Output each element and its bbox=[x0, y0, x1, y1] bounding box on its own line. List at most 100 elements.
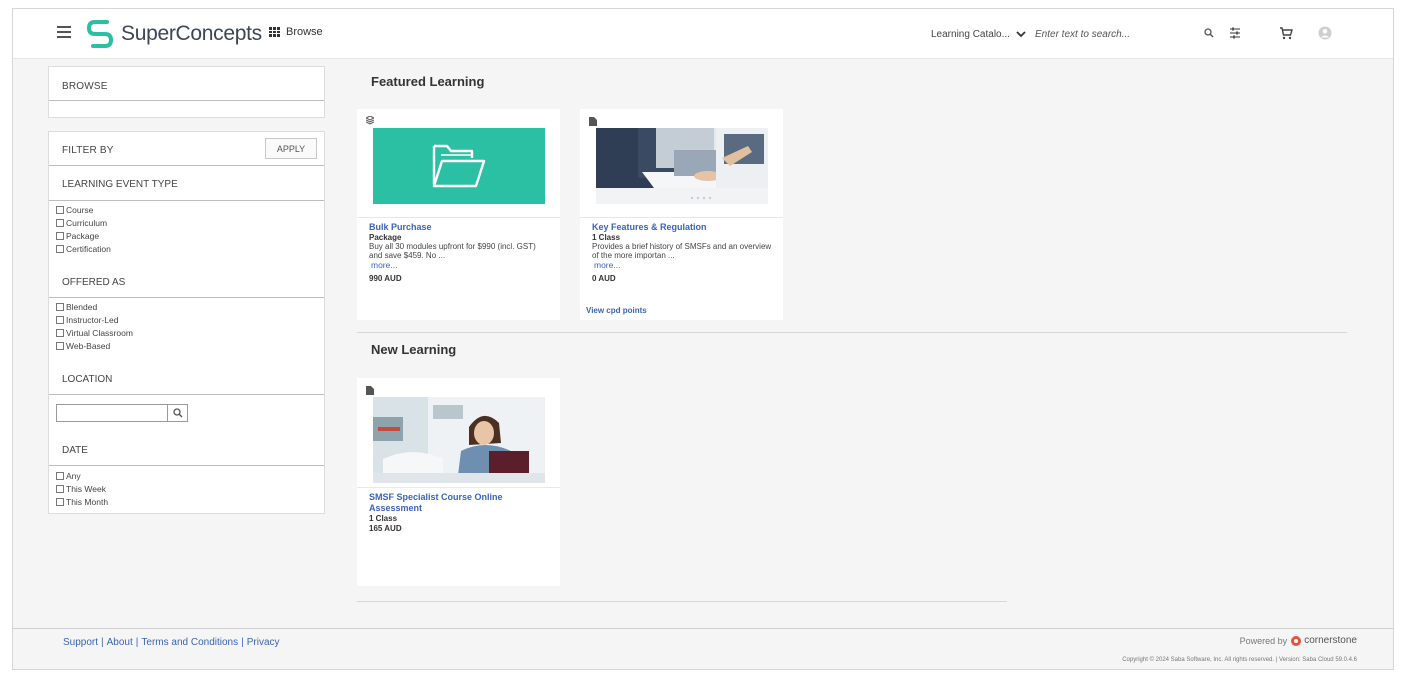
copyright-text: Copyright © 2024 Saba Software, Inc. All… bbox=[1122, 657, 1357, 663]
learning-card[interactable]: Key Features & Regulation 1 Class Provid… bbox=[580, 109, 783, 320]
checkbox-blended[interactable]: Blended bbox=[56, 300, 133, 313]
cart-icon[interactable] bbox=[1276, 23, 1296, 43]
user-avatar-icon[interactable] bbox=[1315, 23, 1335, 43]
checkbox-virtual-classroom[interactable]: Virtual Classroom bbox=[56, 326, 133, 339]
superconcepts-logo[interactable]: SuperConcepts bbox=[85, 18, 262, 50]
more-link[interactable]: more... bbox=[371, 260, 551, 271]
logo-mark-icon bbox=[86, 20, 114, 48]
checkbox-icon bbox=[56, 218, 64, 227]
checkbox-icon bbox=[56, 244, 64, 253]
filter-header: FILTER BY APPLY bbox=[49, 132, 324, 166]
top-header: SuperConcepts Browse Learning Catalo... bbox=[13, 9, 1393, 59]
offered-as-list: Blended Instructor-Led Virtual Classroom… bbox=[56, 300, 133, 352]
card-price: 0 AUD bbox=[592, 274, 616, 283]
search-icon[interactable] bbox=[1199, 23, 1219, 43]
card-price: 990 AUD bbox=[369, 274, 402, 283]
package-icon bbox=[366, 116, 374, 125]
checkbox-label: Virtual Classroom bbox=[66, 327, 133, 338]
chevron-down-icon bbox=[1016, 30, 1026, 37]
checkbox-label: Blended bbox=[66, 301, 98, 312]
logo-text: SuperConcepts bbox=[121, 22, 262, 45]
checkbox-certification[interactable]: Certification bbox=[56, 242, 111, 255]
checkbox-course[interactable]: Course bbox=[56, 203, 111, 216]
terms-link[interactable]: Terms and Conditions bbox=[141, 637, 238, 648]
checkbox-web-based[interactable]: Web-Based bbox=[56, 339, 133, 352]
checkbox-this-week[interactable]: This Week bbox=[56, 482, 108, 495]
card-title-link[interactable]: SMSF Specialist Course Online Assessment bbox=[369, 492, 539, 514]
checkbox-package[interactable]: Package bbox=[56, 229, 111, 242]
section-divider bbox=[357, 332, 1347, 333]
card-type-label: Package bbox=[369, 233, 402, 242]
checkbox-label: Any bbox=[66, 470, 81, 481]
checkbox-label: Package bbox=[66, 230, 100, 241]
location-search-button[interactable] bbox=[168, 404, 188, 422]
meeting-photo-icon bbox=[596, 128, 768, 204]
about-link[interactable]: About bbox=[107, 637, 133, 648]
checkbox-curriculum[interactable]: Curriculum bbox=[56, 216, 111, 229]
more-link[interactable]: more... bbox=[594, 260, 774, 271]
checkbox-label: This Week bbox=[66, 483, 106, 494]
date-list: Any This Week This Month bbox=[56, 469, 108, 508]
footer-separator: | bbox=[101, 637, 104, 648]
learning-event-type-title: LEARNING EVENT TYPE bbox=[62, 179, 178, 190]
new-learning-heading: New Learning bbox=[371, 342, 457, 357]
learning-card[interactable]: SMSF Specialist Course Online Assessment… bbox=[357, 378, 560, 586]
card-body: Bulk Purchase Package Buy all 30 modules… bbox=[369, 222, 551, 283]
filter-panel: FILTER BY APPLY LEARNING EVENT TYPE Cour… bbox=[48, 131, 325, 514]
checkbox-icon bbox=[56, 231, 64, 240]
checkbox-icon bbox=[56, 484, 64, 493]
learning-card[interactable]: Bulk Purchase Package Buy all 30 modules… bbox=[357, 109, 560, 320]
folder-image[interactable] bbox=[373, 128, 545, 204]
view-cpd-points-link[interactable]: View cpd points bbox=[586, 306, 647, 315]
card-title-link[interactable]: Bulk Purchase bbox=[369, 222, 551, 233]
checkbox-icon bbox=[56, 471, 64, 480]
card-title-link[interactable]: Key Features & Regulation bbox=[592, 222, 774, 233]
checkbox-icon bbox=[56, 341, 64, 350]
section-divider bbox=[357, 601, 1007, 602]
checkbox-icon bbox=[56, 497, 64, 506]
location-input[interactable] bbox=[56, 404, 168, 422]
student-photo-icon bbox=[373, 397, 545, 483]
checkbox-icon bbox=[56, 302, 64, 311]
card-price: 165 AUD bbox=[369, 524, 402, 533]
card-body: SMSF Specialist Course Online Assessment… bbox=[369, 492, 539, 533]
app-frame: SuperConcepts Browse Learning Catalo... … bbox=[12, 8, 1394, 670]
search-input[interactable] bbox=[1031, 23, 1161, 45]
location-title: LOCATION bbox=[62, 374, 113, 385]
filter-icon[interactable] bbox=[1225, 23, 1245, 43]
filter-title: FILTER BY bbox=[62, 145, 114, 156]
support-link[interactable]: Support bbox=[63, 637, 98, 648]
checkbox-this-month[interactable]: This Month bbox=[56, 495, 108, 508]
document-icon bbox=[366, 386, 374, 395]
menu-icon[interactable] bbox=[57, 26, 71, 38]
catalog-label: Learning Catalo... bbox=[931, 28, 1010, 40]
cornerstone-brand: cornerstone bbox=[1304, 635, 1357, 646]
browse-divider bbox=[49, 100, 324, 101]
laptop-meeting-image[interactable] bbox=[596, 128, 768, 204]
footer-links: Support | About | Terms and Conditions | Priva… bbox=[63, 637, 280, 648]
checkbox-icon bbox=[56, 205, 64, 214]
section-divider bbox=[49, 465, 324, 466]
browse-button[interactable]: Browse bbox=[269, 26, 323, 38]
catalog-dropdown[interactable]: Learning Catalo... bbox=[931, 24, 1039, 44]
browse-panel: BROWSE bbox=[48, 66, 325, 118]
browse-label: Browse bbox=[286, 26, 323, 38]
checkbox-label: Web-Based bbox=[66, 340, 111, 351]
checkbox-icon bbox=[56, 328, 64, 337]
checkbox-icon bbox=[56, 315, 64, 324]
checkbox-label: Certification bbox=[66, 243, 111, 254]
learning-event-type-list: Course Curriculum Package Certification bbox=[56, 203, 111, 255]
student-image[interactable] bbox=[373, 397, 545, 483]
document-icon bbox=[589, 117, 597, 126]
checkbox-any[interactable]: Any bbox=[56, 469, 108, 482]
privacy-link[interactable]: Privacy bbox=[247, 637, 280, 648]
apply-button[interactable]: APPLY bbox=[265, 138, 317, 159]
card-divider bbox=[357, 487, 560, 488]
date-title: DATE bbox=[62, 445, 88, 456]
powered-by-label: Powered by bbox=[1239, 635, 1288, 646]
search-icon bbox=[172, 408, 182, 418]
card-type-label: 1 Class bbox=[592, 233, 621, 242]
card-description: Provides a brief history of SMSFs and an… bbox=[592, 242, 772, 260]
checkbox-instructor-led[interactable]: Instructor-Led bbox=[56, 313, 133, 326]
cornerstone-logo-icon bbox=[1291, 635, 1302, 646]
